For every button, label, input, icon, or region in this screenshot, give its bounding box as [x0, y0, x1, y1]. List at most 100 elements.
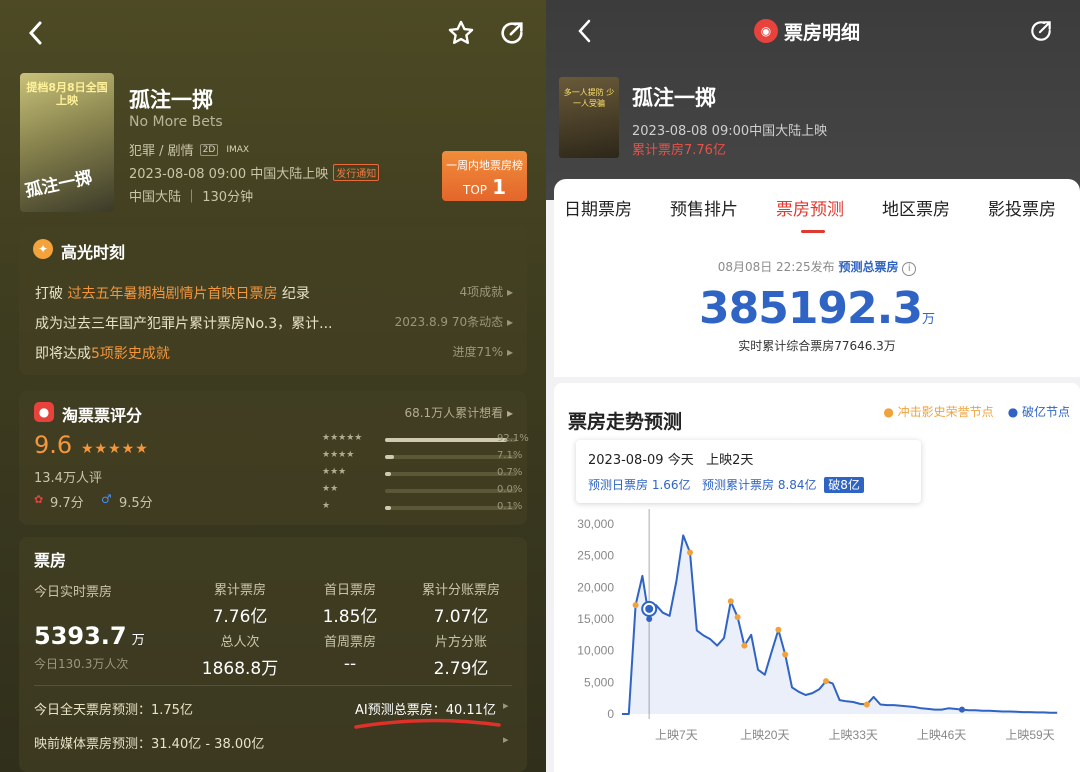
poster-title: 孤注一掷 — [23, 167, 95, 202]
poster-text: 提档8月8日全国上映 — [26, 81, 108, 107]
tab-bar: 日期票房 预售排片 票房预测 地区票房 影投票房 — [554, 179, 1080, 237]
rating-score: 9.6 — [34, 431, 73, 459]
dist-pct: 0.1% — [497, 501, 523, 512]
cell-first-week: 首周票房 -- — [305, 631, 395, 674]
release-text: 2023-08-08 09:00 中国大陆上映 — [129, 167, 329, 182]
trend-chart[interactable]: 0 5,000 10,000 15,000 20,000 25,000 30,000 上映7天… — [554, 383, 1080, 772]
header-title: 票房明细 — [784, 22, 861, 44]
cell-value: 1.85亿 — [322, 607, 378, 627]
y-tick-label: 30,000 — [577, 517, 614, 531]
back-icon[interactable] — [22, 18, 48, 48]
realtime-people: 今日130.3万人次 — [34, 657, 129, 671]
rating-card: ● 淘票票评分 68.1万人累计想看 ▸ 9.6 ★★★★★ 13.4万人评 ✿… — [19, 391, 529, 525]
dist-stars: ★★ — [322, 484, 339, 494]
realtime-label: 今日实时票房 — [34, 585, 113, 600]
movie-title: 孤注一掷 — [632, 86, 716, 110]
yi-point — [646, 616, 653, 622]
movie-region-duration: 中国大陆 ｜ 130分钟 — [129, 190, 254, 205]
dist-bar-fill — [385, 472, 391, 476]
x-tick-label: 上映59天 — [1005, 728, 1054, 742]
highlight-pre: 打破 — [35, 286, 68, 302]
prediction-label: 预测总票房 — [838, 260, 899, 274]
format-2d-badge: 2D — [199, 143, 219, 156]
release-notice-tag[interactable]: 发行通知 — [333, 164, 380, 181]
movie-title: 孤注一掷 — [129, 88, 213, 112]
rating-stars: ★★★★★ — [81, 441, 149, 457]
maoyan-logo-icon: ◉ — [754, 19, 778, 43]
want-count[interactable]: 68.1万人累计想看 ▸ — [404, 404, 513, 421]
tab-prediction[interactable]: 票房预测 — [776, 195, 844, 220]
dist-stars: ★ — [322, 501, 331, 511]
highlight-row-3[interactable]: 即将达成5项影史成就 进度71% ▸ — [35, 343, 513, 363]
prediction-value: 385192.3万 — [554, 283, 1080, 334]
prediction-number: 385192.3 — [698, 283, 923, 334]
cell-first-day: 首日票房 1.85亿 — [305, 579, 395, 627]
honor-point — [727, 598, 734, 605]
honor-point — [823, 678, 829, 685]
trend-chart-card: 票房走势预测 ● 冲击影史荣誉节点 ● 破亿节点 2023-08-09 今天 上… — [554, 383, 1080, 772]
tab-investor[interactable]: 影投票房 — [988, 195, 1056, 220]
dist-stars: ★★★★ — [322, 450, 355, 460]
realtime-unit: 万 — [131, 633, 145, 648]
taopiaopiao-logo-icon: ● — [34, 402, 54, 422]
highlight-post: 纪录 — [277, 286, 310, 302]
boxoffice-detail-panel: ◉ 票房明细 多一人提防 少一人受骗 孤注一掷 2023-08-08 09:00… — [546, 0, 1080, 772]
cell-people: 总人次 1868.8万 — [195, 631, 285, 679]
movie-poster[interactable]: 提档8月8日全国上映 孤注一掷 — [20, 73, 114, 212]
highlights-card: ✦ 高光时刻 打破 过去五年暑期档剧情片首映日票房 纪录 4项成就 ▸ 成为过去… — [19, 227, 527, 375]
highlight-row-2[interactable]: 成为过去三年国产犯罪片累计票房No.3，累计... 2023.8.9 70条动态… — [35, 313, 513, 333]
x-tick-label: 上映7天 — [655, 728, 698, 742]
y-tick-label: 25,000 — [577, 549, 614, 563]
dist-bar-fill — [385, 438, 507, 442]
movie-english-title: No More Bets — [129, 114, 223, 130]
y-tick-label: 10,000 — [577, 644, 614, 658]
highlight-row-1[interactable]: 打破 过去五年暑期档剧情片首映日票房 纪录 4项成就 ▸ — [35, 283, 513, 303]
dist-bar-fill — [385, 455, 395, 459]
highlight-emph: 5项影史成就 — [91, 346, 170, 362]
header-area: ◉ 票房明细 多一人提防 少一人受骗 孤注一掷 2023-08-08 09:00… — [546, 0, 1080, 200]
sub-rating-1: 9.7分 — [50, 496, 84, 511]
share-icon[interactable] — [497, 18, 527, 48]
share-icon[interactable] — [1026, 16, 1056, 46]
yi-point — [959, 706, 965, 713]
highlight-pre: 成为过去三年国产犯罪片累计票房No.3，累计... — [35, 316, 333, 332]
red-underline-mark — [354, 718, 501, 729]
cell-producer-split: 片方分账 2.79亿 — [411, 631, 511, 679]
rank-number: 1 — [492, 175, 507, 199]
ai-prediction[interactable]: AI预测总票房：40.11亿 — [355, 699, 496, 718]
movie-release: 2023-08-08 09:00 中国大陆上映 发行通知 — [129, 163, 380, 182]
boxoffice-title: 票房 — [34, 551, 67, 570]
y-tick-label: 0 — [607, 707, 614, 721]
honor-point — [775, 626, 782, 633]
rank-title: 一周内地票房榜 — [446, 159, 523, 172]
highlight-right: 4项成就 ▸ — [459, 285, 513, 299]
highlights-title: 高光时刻 — [61, 243, 126, 262]
x-tick-label: 上映46天 — [917, 728, 966, 742]
cell-label: 首日票房 — [323, 583, 376, 598]
format-imax-badge: IMAX — [226, 144, 250, 155]
dist-pct: 92.1% — [497, 433, 529, 444]
realtime-value: 5393.7 万 — [34, 622, 145, 650]
honor-point — [687, 549, 693, 556]
highlight-right: 2023.8.9 70条动态 ▸ — [394, 315, 513, 329]
back-icon[interactable] — [572, 16, 596, 46]
realtime-number: 5393.7 — [34, 622, 127, 650]
tab-presale[interactable]: 预售排片 — [670, 195, 738, 220]
rating-title: 淘票票评分 — [62, 406, 143, 425]
dist-stars: ★★★ — [322, 467, 347, 477]
y-tick-label: 15,000 — [577, 612, 614, 626]
info-icon[interactable]: i — [902, 262, 917, 276]
realtime-cumulative: 实时累计综合票房77646.3万 — [738, 339, 896, 353]
tab-region[interactable]: 地区票房 — [882, 195, 950, 220]
prediction-unit: 万 — [922, 312, 936, 327]
star-icon[interactable] — [446, 18, 476, 48]
dist-pct: 0.0% — [497, 484, 523, 495]
tab-daily[interactable]: 日期票房 — [564, 195, 632, 220]
movie-cumulative: 累计票房7.76亿 — [632, 143, 726, 158]
cell-label: 累计分账票房 — [421, 583, 500, 598]
movie-poster-small[interactable]: 多一人提防 少一人受骗 — [559, 77, 619, 158]
dist-pct: 0.7% — [497, 467, 523, 478]
weekly-rank-badge[interactable]: 一周内地票房榜 TOP 1 — [442, 151, 527, 201]
cell-label: 片方分账 — [434, 635, 487, 650]
movie-release: 2023-08-08 09:00中国大陆上映 — [632, 124, 828, 139]
